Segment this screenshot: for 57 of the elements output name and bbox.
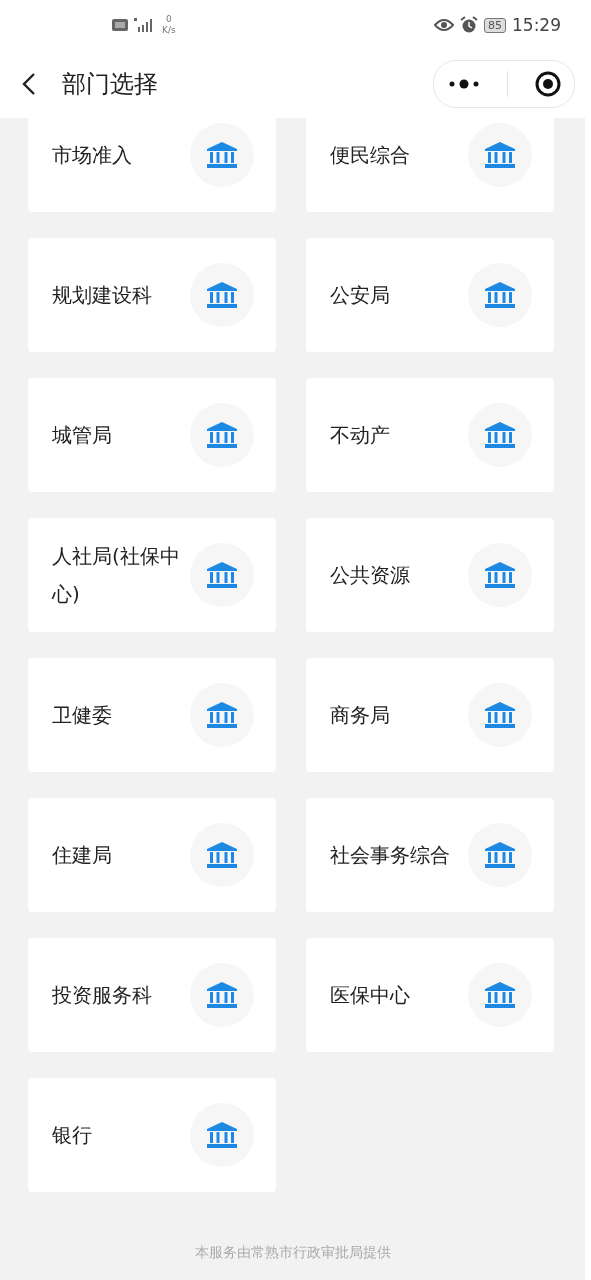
department-card[interactable]: 银行 bbox=[28, 1078, 276, 1192]
department-card[interactable]: 公安局 bbox=[306, 238, 554, 352]
bank-icon bbox=[207, 1122, 237, 1148]
department-name: 银行 bbox=[52, 1122, 93, 1149]
hd-icon bbox=[112, 19, 128, 31]
department-name: 便民综合 bbox=[330, 142, 411, 169]
bank-icon bbox=[485, 702, 515, 728]
alarm-icon bbox=[460, 16, 478, 34]
department-card[interactable]: 社会事务综合 bbox=[306, 798, 554, 912]
bank-icon bbox=[485, 142, 515, 168]
department-card[interactable]: 商务局 bbox=[306, 658, 554, 772]
department-name: 公安局 bbox=[330, 282, 391, 309]
bank-icon bbox=[485, 562, 515, 588]
back-icon[interactable] bbox=[22, 72, 36, 96]
close-icon[interactable] bbox=[534, 71, 561, 97]
department-card[interactable]: 医保中心 bbox=[306, 938, 554, 1052]
department-name: 规划建设科 bbox=[52, 282, 153, 309]
department-name: 医保中心 bbox=[330, 982, 411, 1009]
page-title: 部门选择 bbox=[62, 69, 159, 100]
bank-icon bbox=[485, 422, 515, 448]
footer-text: 本服务由常熟市行政审批局提供 bbox=[193, 1244, 392, 1262]
clock-time: 15:29 bbox=[512, 15, 561, 35]
bank-icon bbox=[207, 702, 237, 728]
department-name: 人社局(社保中心) bbox=[52, 543, 181, 608]
department-name: 社会事务综合 bbox=[330, 842, 451, 869]
department-card[interactable]: 卫健委 bbox=[28, 658, 276, 772]
department-name: 公共资源 bbox=[330, 562, 411, 589]
department-card[interactable]: 人社局(社保中心) bbox=[28, 518, 276, 632]
more-icon[interactable] bbox=[447, 79, 480, 89]
speed-unit: K/s bbox=[162, 25, 176, 36]
bank-icon bbox=[207, 842, 237, 868]
department-name: 不动产 bbox=[330, 422, 391, 449]
department-name: 住建局 bbox=[52, 842, 113, 869]
bank-icon bbox=[207, 282, 237, 308]
department-card[interactable]: 市场准入 bbox=[28, 118, 276, 212]
bank-icon bbox=[485, 842, 515, 868]
department-card[interactable]: 不动产 bbox=[306, 378, 554, 492]
department-card[interactable]: 城管局 bbox=[28, 378, 276, 492]
battery-indicator: 85 bbox=[484, 17, 506, 33]
department-card[interactable]: 便民综合 bbox=[306, 118, 554, 212]
department-card[interactable]: 规划建设科 bbox=[28, 238, 276, 352]
department-card[interactable]: 投资服务科 bbox=[28, 938, 276, 1052]
department-name: 投资服务科 bbox=[52, 982, 153, 1009]
speed-value: 0 bbox=[165, 14, 172, 25]
department-name: 市场准入 bbox=[52, 142, 133, 169]
department-card[interactable]: 公共资源 bbox=[306, 518, 554, 632]
eye-icon bbox=[434, 18, 454, 32]
bank-icon bbox=[485, 282, 515, 308]
bank-icon bbox=[207, 982, 237, 1008]
bank-icon bbox=[207, 142, 237, 168]
department-card[interactable]: 住建局 bbox=[28, 798, 276, 912]
bank-icon bbox=[207, 422, 237, 448]
department-name: 卫健委 bbox=[52, 702, 113, 729]
department-name: 城管局 bbox=[52, 422, 113, 449]
department-name: 商务局 bbox=[330, 702, 391, 729]
bank-icon bbox=[485, 982, 515, 1008]
bank-icon bbox=[207, 562, 237, 588]
